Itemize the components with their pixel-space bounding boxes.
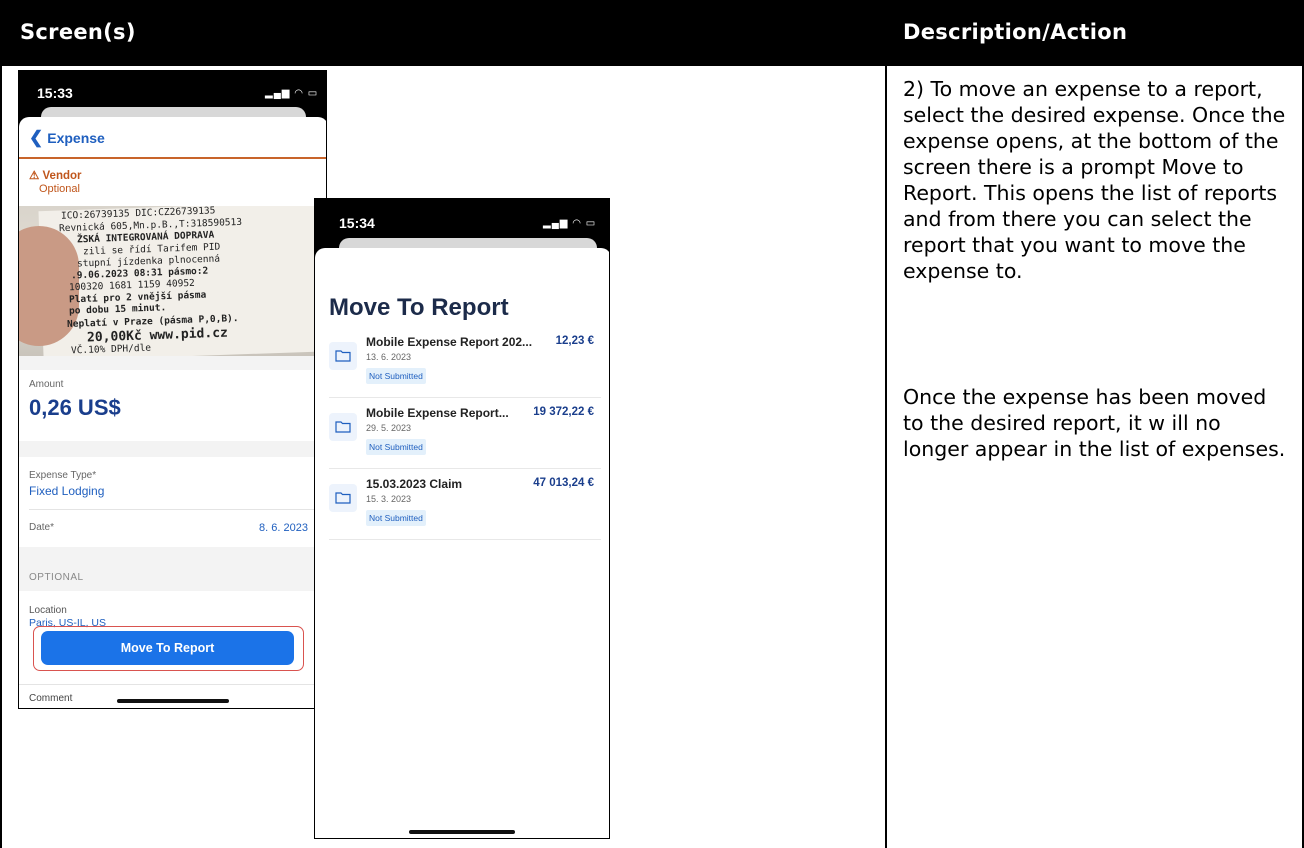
status-badge: Not Submitted: [366, 439, 426, 455]
column-header-description: Description/Action: [903, 20, 1128, 44]
description-paragraph-1: 2) To move an expense to a report, selec…: [903, 77, 1286, 283]
folder-icon: [329, 484, 357, 512]
move-to-report-screenshot: 15:34 ▂▄▆ ◠ ▭ Move To Report Mobile Expe…: [314, 198, 610, 839]
report-name: Mobile Expense Report 202...: [366, 335, 533, 349]
report-amount: 19 372,22 €: [533, 406, 594, 418]
row-divider: [329, 397, 601, 398]
row-divider: [329, 539, 601, 540]
back-button[interactable]: ❮ Expense: [29, 128, 105, 148]
report-list-sheet: Move To Report Mobile Expense Report 202…: [315, 248, 609, 838]
warning-divider: [19, 157, 326, 159]
status-icons: ▂▄▆ ◠ ▭: [543, 218, 597, 229]
receipt-image[interactable]: ICO:26739135 DIC:CZ26739135 Revnická 605…: [19, 206, 326, 356]
field-divider: [19, 684, 326, 685]
report-row[interactable]: 15.03.2023 Claim 47 013,24 € 15. 3. 2023…: [315, 472, 609, 540]
table-border-left: [0, 66, 2, 848]
folder-icon: [329, 413, 357, 441]
table-header-row: Screen(s) Description/Action: [0, 0, 1304, 66]
back-label: Expense: [47, 130, 105, 146]
report-amount: 12,23 €: [555, 335, 594, 347]
report-row[interactable]: Mobile Expense Report... 19 372,22 € 29.…: [315, 401, 609, 469]
report-name: Mobile Expense Report...: [366, 406, 509, 420]
comment-label: Comment: [29, 693, 73, 704]
report-date: 13. 6. 2023: [366, 352, 412, 362]
report-date: 29. 5. 2023: [366, 423, 412, 433]
description-paragraph-2: Once the expense has been moved to the d…: [903, 385, 1286, 461]
vendor-label: Vendor: [42, 170, 82, 182]
move-to-report-button[interactable]: Move To Report: [41, 631, 294, 665]
location-label: Location: [29, 605, 67, 616]
row-divider: [329, 468, 601, 469]
home-indicator: [409, 830, 515, 834]
warning-icon: ⚠: [29, 170, 43, 182]
report-amount: 47 013,24 €: [533, 477, 594, 489]
expense-type-value[interactable]: Fixed Lodging: [29, 484, 104, 498]
report-row[interactable]: Mobile Expense Report 202... 12,23 € 13.…: [315, 330, 609, 398]
vendor-hint: Optional: [39, 183, 80, 195]
section-separator: [19, 356, 326, 370]
receipt-line: VČ.10% DPH/dle: [70, 342, 152, 356]
column-header-screens: Screen(s): [20, 20, 136, 44]
date-value[interactable]: 8. 6. 2023: [259, 522, 308, 534]
status-time: 15:33: [37, 85, 73, 101]
status-badge: Not Submitted: [366, 368, 426, 384]
expense-type-label: Expense Type*: [29, 470, 97, 481]
date-label: Date*: [29, 522, 55, 533]
table-border-middle: [885, 66, 887, 848]
chevron-left-icon: ❮: [29, 128, 44, 147]
field-divider: [29, 509, 326, 510]
status-icons: ▂▄▆ ◠ ▭: [265, 88, 319, 99]
status-badge: Not Submitted: [366, 510, 426, 526]
optional-section-header: OPTIONAL: [29, 572, 84, 583]
status-time: 15:34: [339, 215, 375, 231]
home-indicator: [117, 699, 229, 703]
section-separator: [19, 441, 326, 457]
report-date: 15. 3. 2023: [366, 494, 412, 504]
report-name: 15.03.2023 Claim: [366, 477, 463, 491]
vendor-field[interactable]: ⚠ Vendor: [29, 168, 82, 182]
expense-sheet: ❮ Expense ⚠ Vendor Optional ICO:26739135 …: [19, 117, 326, 708]
section-separator: [19, 547, 326, 591]
amount-value[interactable]: 0,26 US$: [29, 395, 121, 421]
expense-screenshot: 15:33 ▂▄▆ ◠ ▭ ❮ Expense ⚠ Vendor Optional…: [18, 70, 327, 709]
folder-icon: [329, 342, 357, 370]
amount-label: Amount: [29, 379, 64, 390]
page-title: Move To Report: [329, 294, 509, 321]
